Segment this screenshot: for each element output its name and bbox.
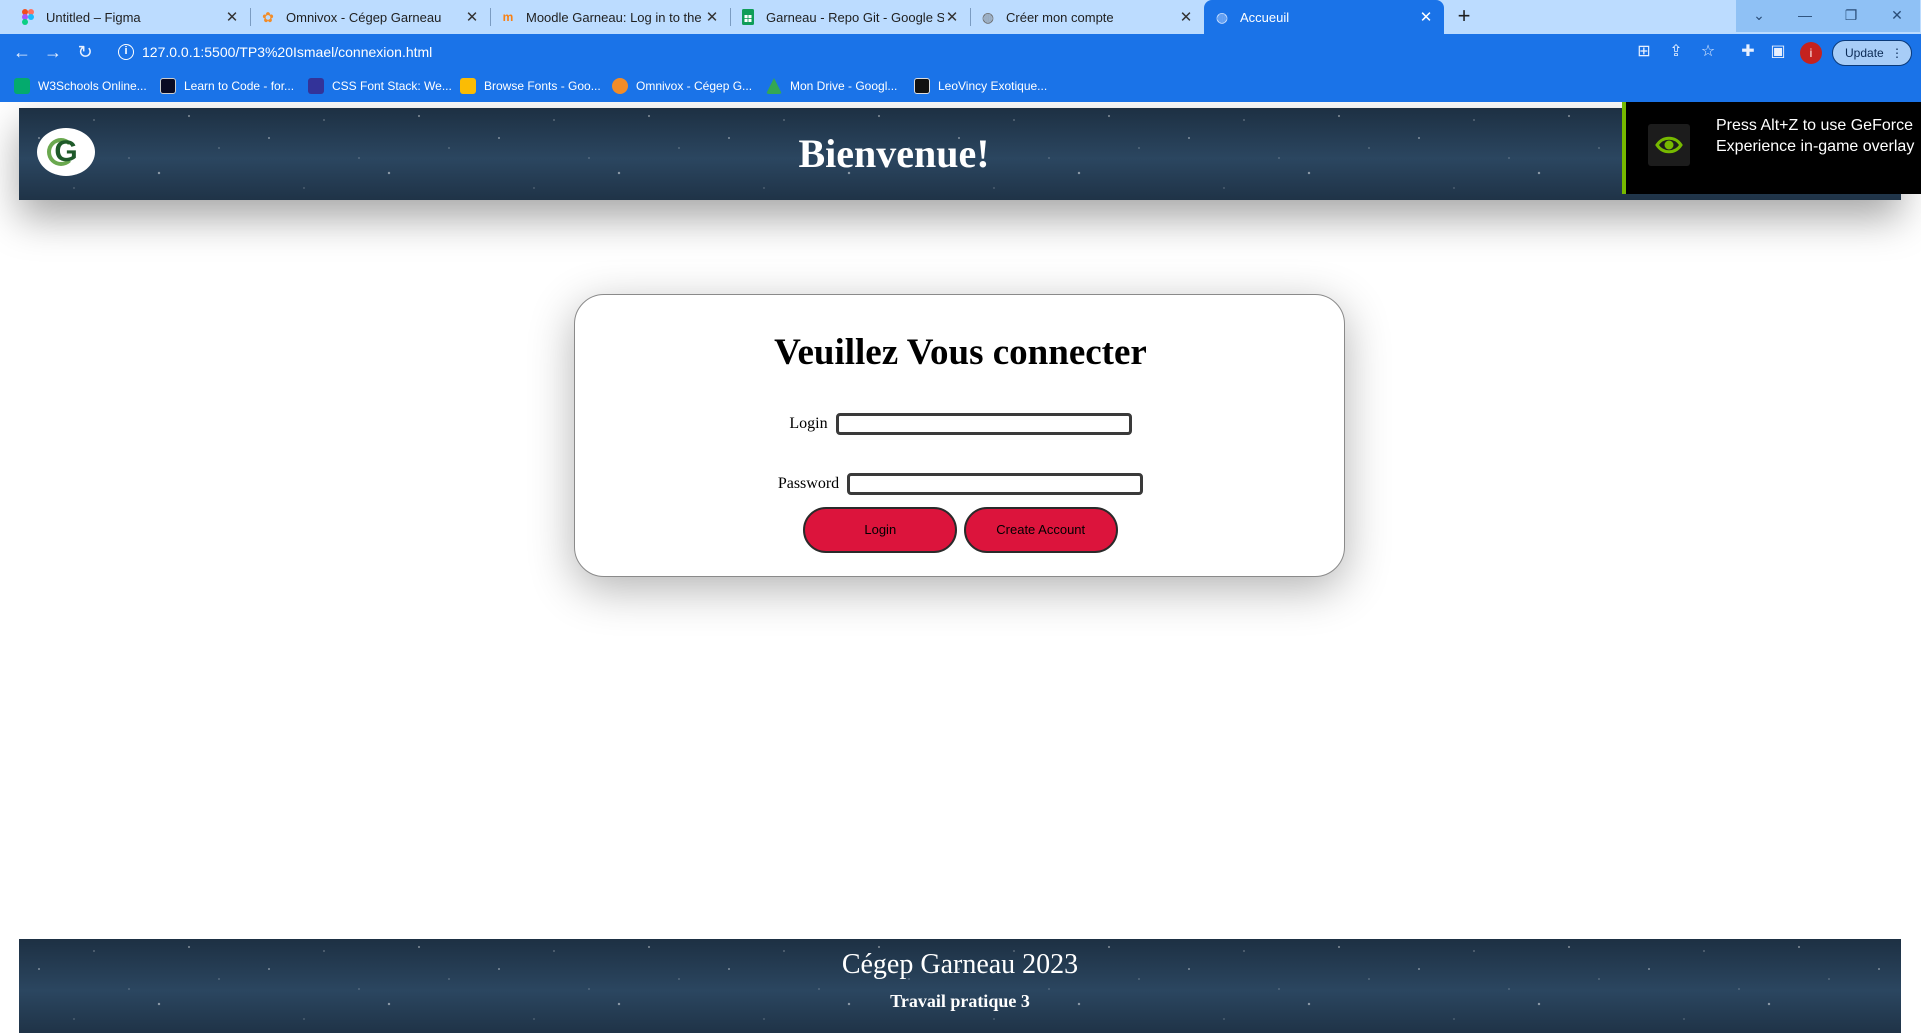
close-tab-icon[interactable]: ✕	[1178, 8, 1194, 26]
new-tab-button[interactable]: +	[1450, 4, 1478, 30]
globe-icon: ◍	[1215, 8, 1229, 25]
tab-accueil[interactable]: ◍ Accueuil ✕	[1204, 0, 1444, 34]
side-panel-icon[interactable]: ▣	[1768, 42, 1788, 62]
bookmark-label: Mon Drive - Googl...	[790, 79, 898, 93]
overlay-message: Press Alt+Z to use GeForce Experience in…	[1716, 117, 1915, 155]
tab-title: Omnivox - Cégep Garneau	[286, 9, 442, 25]
minimize-button[interactable]: —	[1782, 0, 1828, 32]
tab-strip: Untitled – Figma ✕ ✿ Omnivox - Cégep Gar…	[0, 0, 1921, 34]
button-row: Login Create Account	[575, 507, 1346, 553]
page-viewport: G Bienvenue! Press Alt+Z to use GeForce …	[0, 102, 1921, 1033]
bookmarks-bar: W3Schools Online... Learn to Code - for.…	[0, 70, 1921, 102]
bookmark-label: W3Schools Online...	[38, 79, 147, 93]
more-menu-icon[interactable]: ⋮	[1891, 41, 1903, 65]
google-drive-icon	[766, 78, 782, 94]
address-bar[interactable]: i 127.0.0.1:5500/TP3%20Ismael/connexion.…	[110, 38, 1620, 66]
tab-figma[interactable]: Untitled – Figma ✕	[10, 0, 250, 34]
share-icon[interactable]: ⇪	[1666, 42, 1686, 62]
password-input[interactable]	[847, 473, 1144, 495]
bookmark-star-icon[interactable]: ☆	[1698, 42, 1718, 62]
password-row: Password	[575, 473, 1346, 495]
tab-search-icon[interactable]: ⌄	[1736, 0, 1782, 32]
bookmark-label: CSS Font Stack: We...	[332, 79, 452, 93]
bookmark-w3schools[interactable]: W3Schools Online...	[14, 77, 147, 95]
login-input[interactable]	[835, 413, 1132, 435]
footer-title: Cégep Garneau 2023	[841, 949, 1079, 980]
bookmark-leovincy[interactable]: LeoVincy Exotique...	[914, 77, 1047, 95]
tab-title: Créer mon compte	[1006, 9, 1114, 25]
moodle-icon: m	[502, 10, 514, 24]
update-label: Update	[1845, 46, 1884, 60]
url-text: 127.0.0.1:5500/TP3%20Ismael/connexion.ht…	[142, 44, 433, 60]
forward-button[interactable]: →	[41, 40, 65, 64]
tab-title: Untitled – Figma	[46, 9, 141, 25]
back-button[interactable]: ←	[10, 40, 34, 64]
site-footer: Cégep Garneau 2023 Travail pratique 3	[19, 939, 1901, 1033]
close-tab-icon[interactable]: ✕	[704, 8, 720, 26]
login-label: Login	[789, 415, 828, 432]
browser-toolbar: ← → ↻ i 127.0.0.1:5500/TP3%20Ismael/conn…	[0, 34, 1921, 70]
bookmark-freecodecamp[interactable]: Learn to Code - for...	[160, 77, 294, 95]
bookmark-label: Omnivox - Cégep G...	[636, 79, 753, 93]
password-label: Password	[777, 475, 840, 492]
w3schools-icon	[14, 78, 30, 94]
tab-title: Garneau - Repo Git - Google She	[766, 9, 944, 25]
globe-icon: ◍	[981, 8, 995, 25]
tab-title: Accueuil	[1240, 9, 1290, 25]
google-fonts-icon	[460, 78, 476, 94]
close-tab-icon[interactable]: ✕	[944, 8, 960, 26]
geforce-overlay-notice: Press Alt+Z to use GeForce Experience in…	[1622, 102, 1921, 194]
update-button[interactable]: Update ⋮	[1832, 40, 1912, 66]
tab-creer-compte[interactable]: ◍ Créer mon compte ✕	[970, 0, 1204, 34]
login-button[interactable]: Login	[803, 507, 958, 553]
restore-button[interactable]: ❐	[1828, 0, 1874, 32]
footer-subtitle: Travail pratique 3	[890, 991, 1030, 1011]
translate-icon[interactable]: ⊞	[1634, 42, 1654, 62]
sheets-icon	[740, 9, 756, 25]
cssfontstack-icon	[308, 78, 324, 94]
extensions-icon[interactable]: ✚	[1738, 42, 1758, 62]
bookmark-label: Learn to Code - for...	[184, 79, 295, 93]
tab-moodle[interactable]: m Moodle Garneau: Log in to the si ✕	[490, 0, 730, 34]
nvidia-icon	[1648, 124, 1690, 166]
bookmark-label: LeoVincy Exotique...	[938, 79, 1048, 93]
login-row: Login	[575, 413, 1346, 435]
figma-icon	[20, 9, 36, 25]
create-account-button[interactable]: Create Account	[963, 507, 1118, 553]
login-card: Veuillez Vous connecter Login Password L…	[574, 294, 1345, 577]
freecodecamp-icon	[160, 78, 176, 94]
login-heading: Veuillez Vous connecter	[774, 332, 1147, 373]
bookmark-label: Browse Fonts - Goo...	[484, 79, 601, 93]
close-tab-icon[interactable]: ✕	[464, 8, 480, 26]
close-window-button[interactable]: ✕	[1874, 0, 1920, 32]
page-title: Bienvenue!	[798, 131, 990, 176]
omnivox-icon	[612, 78, 628, 94]
site-info-icon[interactable]: i	[118, 44, 134, 60]
bookmark-google-fonts[interactable]: Browse Fonts - Goo...	[460, 77, 601, 95]
close-tab-icon[interactable]: ✕	[224, 8, 240, 26]
leovincy-icon	[914, 78, 930, 94]
tab-title: Moodle Garneau: Log in to the si	[526, 9, 704, 25]
bookmark-google-drive[interactable]: Mon Drive - Googl...	[766, 77, 897, 95]
bookmark-omnivox[interactable]: Omnivox - Cégep G...	[612, 77, 752, 95]
profile-avatar[interactable]: i	[1800, 42, 1822, 64]
reload-button[interactable]: ↻	[73, 40, 97, 64]
tab-omnivox[interactable]: ✿ Omnivox - Cégep Garneau ✕	[250, 0, 490, 34]
omnivox-icon: ✿	[262, 8, 274, 25]
site-header: G Bienvenue!	[19, 108, 1901, 200]
tab-sheets[interactable]: Garneau - Repo Git - Google She ✕	[730, 0, 970, 34]
bookmark-cssfontstack[interactable]: CSS Font Stack: We...	[308, 77, 452, 95]
close-tab-icon[interactable]: ✕	[1418, 8, 1434, 26]
